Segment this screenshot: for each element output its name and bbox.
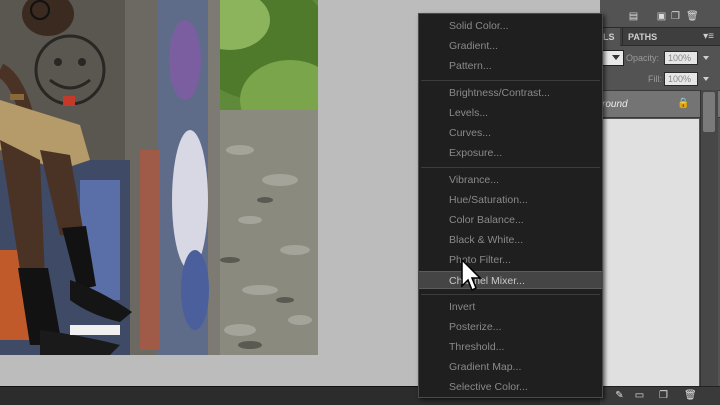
layers-panel: LS PATHS ▾≡ Opacity: 100% Fill: 100% rou… [600, 28, 720, 386]
menu-item-exposure[interactable]: Exposure... [419, 144, 602, 162]
folder-icon[interactable]: ▭ [634, 390, 645, 401]
menu-item-brightness-contrast[interactable]: Brightness/Contrast... [419, 84, 602, 102]
menu-separator [421, 294, 600, 295]
menu-item-photo-filter[interactable]: Photo Filter... [419, 251, 602, 269]
panel-bottom-bar: ✎ ▭ ❐ 🗑 [600, 386, 720, 405]
opacity-label: Opacity: [626, 53, 660, 63]
fill-dropdown-icon[interactable] [703, 77, 709, 81]
blend-mode-select[interactable] [602, 50, 624, 66]
fill-field[interactable]: 100% [664, 72, 698, 86]
new-doc-icon[interactable]: ▤ [628, 12, 639, 22]
menu-separator [421, 167, 600, 168]
tab-paths[interactable]: PATHS [622, 28, 662, 46]
fill-label: Fill: [648, 74, 662, 84]
image-icon[interactable]: ▣ [656, 12, 667, 22]
menu-item-channel-mixer[interactable]: Channel Mixer... [419, 271, 602, 289]
layers-list-empty [600, 119, 699, 386]
menu-item-hue-saturation[interactable]: Hue/Saturation... [419, 191, 602, 209]
menu-item-invert[interactable]: Invert [419, 298, 602, 316]
panel-toolbar: ▤ ▣ ❐ 🗑 [600, 0, 720, 28]
opacity-dropdown-icon[interactable] [703, 56, 709, 60]
menu-item-gradient-map[interactable]: Gradient Map... [419, 358, 602, 376]
mouse-cursor-icon [461, 258, 482, 292]
menu-item-color-balance[interactable]: Color Balance... [419, 211, 602, 229]
panel-menu-icon[interactable]: ▾≡ [703, 31, 714, 42]
menu-item-levels[interactable]: Levels... [419, 104, 602, 122]
layer-name: round [602, 99, 628, 110]
scrollbar-thumb[interactable] [703, 92, 715, 132]
opacity-field[interactable]: 100% [664, 51, 698, 65]
menu-item-threshold[interactable]: Threshold... [419, 338, 602, 356]
menu-item-vibrance[interactable]: Vibrance... [419, 171, 602, 189]
tab-channels[interactable]: LS [600, 28, 620, 46]
canvas-photo[interactable] [0, 0, 318, 355]
menu-item-posterize[interactable]: Posterize... [419, 318, 602, 336]
lock-icon: 🔒 [677, 98, 690, 109]
menu-item-gradient[interactable]: Gradient... [419, 37, 602, 55]
trash-icon[interactable]: 🗑 [684, 390, 697, 401]
trash-icon[interactable]: 🗑 [686, 12, 699, 22]
new-layer-icon[interactable]: ❐ [670, 12, 681, 22]
adjustment-layer-menu: Solid Color... Gradient... Pattern... Brigh… [418, 13, 603, 398]
menu-item-pattern[interactable]: Pattern... [419, 57, 602, 75]
menu-item-curves[interactable]: Curves... [419, 124, 602, 142]
photoshop-workspace: ▤ ▣ ❐ 🗑 LS PATHS ▾≡ Opacity: 100% Fill: … [0, 0, 720, 405]
menu-separator [421, 80, 600, 81]
menu-item-selective-color[interactable]: Selective Color... [419, 378, 602, 396]
panel-tabs: LS PATHS ▾≡ [600, 28, 720, 46]
brush-icon[interactable]: ✎ [614, 390, 625, 401]
panel-scrollbar[interactable] [700, 90, 718, 386]
chevron-down-icon [612, 55, 620, 60]
menu-item-solid-color[interactable]: Solid Color... [419, 17, 602, 35]
menu-item-black-white[interactable]: Black & White... [419, 231, 602, 249]
new-layer-icon[interactable]: ❐ [658, 390, 669, 401]
